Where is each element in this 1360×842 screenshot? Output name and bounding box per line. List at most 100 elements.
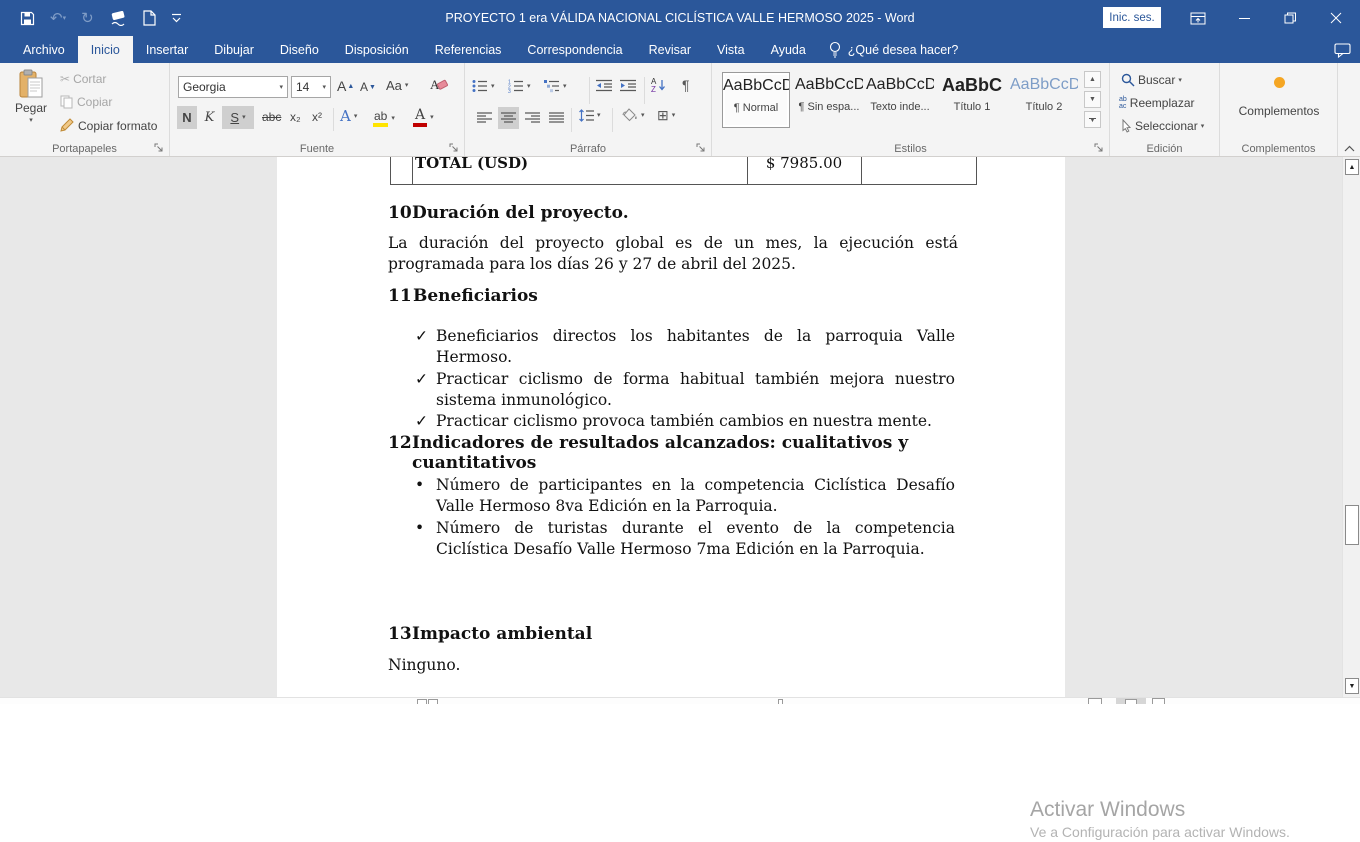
list-item[interactable]: ✓ Practicar ciclismo provoca también cam… <box>413 411 955 432</box>
justify-button[interactable] <box>546 107 567 129</box>
lightbulb-icon <box>829 41 841 58</box>
tab-ayuda[interactable]: Ayuda <box>758 36 819 63</box>
restore-button[interactable] <box>1270 0 1310 36</box>
align-right-button[interactable] <box>522 107 543 129</box>
bullet-list-button[interactable]: ▾ <box>472 79 495 93</box>
save-icon[interactable] <box>20 11 35 26</box>
font-size-combo[interactable]: 14 ▾ <box>291 76 331 98</box>
strikethrough-button[interactable]: abc <box>262 110 281 124</box>
styles-scroll-down-icon[interactable]: ▼ <box>1084 91 1101 108</box>
tab-diseno[interactable]: Diseño <box>267 36 332 63</box>
underline-button[interactable]: S▾ <box>222 106 254 129</box>
font-family-combo[interactable]: Georgia ▾ <box>178 76 288 98</box>
budget-table[interactable]: TOTAL (USD) $ 7985.00 <box>390 157 977 185</box>
document-page[interactable]: TOTAL (USD) $ 7985.00 10 Duración del pr… <box>277 157 1065 697</box>
checklist-11[interactable]: ✓ Beneficiarios directos los habitantes … <box>413 326 955 432</box>
paragraph-dialog-launcher-icon[interactable] <box>696 143 706 153</box>
sign-in-button[interactable]: Inic. ses. <box>1103 7 1161 28</box>
text-highlight-button[interactable]: ab▾ <box>373 109 395 127</box>
close-button[interactable] <box>1316 0 1356 36</box>
shading-button[interactable]: ▾ <box>621 108 645 122</box>
svg-text:Z: Z <box>651 85 656 93</box>
grow-font-button[interactable]: A▲ <box>337 78 354 94</box>
collapse-ribbon-icon[interactable] <box>1341 140 1358 156</box>
scrollbar-thumb[interactable] <box>1345 505 1359 545</box>
word-window: ↶▾ ↻ PROYECTO 1 era VÁLIDA NACIONAL CICL… <box>0 0 1360 704</box>
align-center-button[interactable] <box>498 107 519 129</box>
style-titulo-2[interactable]: AaBbCcD Título 2 <box>1010 72 1078 128</box>
show-paragraph-marks-button[interactable]: ¶ <box>682 77 690 93</box>
web-layout-view-button[interactable] <box>1152 698 1165 704</box>
clear-formatting-button[interactable]: A <box>430 76 448 93</box>
clipboard-dialog-launcher-icon[interactable] <box>154 143 164 153</box>
paragraph-13[interactable]: Ninguno. <box>388 655 958 676</box>
new-document-icon[interactable] <box>143 10 156 26</box>
print-layout-view-button[interactable] <box>1116 698 1146 704</box>
list-item[interactable]: • Número de participantes en la competen… <box>413 475 955 518</box>
bulletlist-12[interactable]: • Número de participantes en la competen… <box>413 475 955 560</box>
numbered-list-button[interactable]: 123 ▾ <box>508 79 531 93</box>
customize-qat-icon[interactable] <box>171 12 182 24</box>
tab-inicio[interactable]: Inicio <box>78 36 133 63</box>
decrease-indent-button[interactable] <box>596 79 613 92</box>
font-dialog-launcher-icon[interactable] <box>449 143 459 153</box>
align-left-button[interactable] <box>474 107 495 129</box>
styles-dialog-launcher-icon[interactable] <box>1094 143 1104 153</box>
replace-button[interactable]: abac Reemplazar <box>1119 96 1195 110</box>
paragraph-10[interactable]: La duración del proyecto global es de un… <box>388 233 958 275</box>
heading-10-number: 10 <box>388 203 412 223</box>
find-button[interactable]: Buscar ▾ <box>1121 73 1182 87</box>
borders-button[interactable]: ⊞▾ <box>657 107 675 124</box>
superscript-button[interactable]: x² <box>312 110 322 124</box>
vertical-scrollbar[interactable]: ▲ ▼ <box>1342 157 1360 697</box>
tab-vista[interactable]: Vista <box>704 36 758 63</box>
subscript-button[interactable]: x₂ <box>290 110 301 124</box>
tab-dibujar[interactable]: Dibujar <box>201 36 267 63</box>
italic-button[interactable]: K <box>201 106 218 129</box>
style-sin-espaciado[interactable]: AaBbCcD ¶ Sin espa... <box>795 72 863 128</box>
paste-button[interactable]: Pegar ▾ <box>8 69 54 124</box>
line-spacing-button[interactable]: ▾ <box>578 109 601 122</box>
font-color-button[interactable]: A▾ <box>413 107 434 127</box>
tab-revisar[interactable]: Revisar <box>636 36 704 63</box>
tab-disposicion[interactable]: Disposición <box>332 36 422 63</box>
list-item[interactable]: ✓ Practicar ciclismo de forma habitual t… <box>413 369 955 412</box>
eraser-icon[interactable] <box>109 11 128 26</box>
select-button[interactable]: Seleccionar ▾ <box>1121 119 1204 133</box>
tell-me-box[interactable]: ¿Qué desea hacer? <box>819 36 969 63</box>
list-item[interactable]: ✓ Beneficiarios directos los habitantes … <box>413 326 955 369</box>
addins-button[interactable]: Complementos <box>1220 77 1338 118</box>
ribbon-display-options-icon[interactable] <box>1178 0 1218 36</box>
change-case-button[interactable]: Aa▾ <box>386 78 408 93</box>
tab-insertar[interactable]: Insertar <box>133 36 201 63</box>
style-normal[interactable]: AaBbCcD ¶ Normal <box>722 72 790 128</box>
scroll-down-icon[interactable]: ▼ <box>1345 678 1359 694</box>
format-painter-button[interactable]: Copiar formato <box>60 118 157 133</box>
shrink-font-button[interactable]: A▼ <box>360 80 376 94</box>
copy-label: Copiar <box>77 95 112 109</box>
sort-button[interactable]: AZ <box>651 77 666 93</box>
heading-10-title: Duración del proyecto. <box>412 203 629 223</box>
heading-12[interactable]: 12 Indicadores de resultados alcanzados:… <box>388 433 958 473</box>
tab-archivo[interactable]: Archivo <box>10 36 78 63</box>
read-mode-view-button[interactable] <box>1088 698 1102 704</box>
minimize-button[interactable] <box>1224 0 1264 36</box>
style-texto-independiente[interactable]: AaBbCcD Texto inde... <box>866 72 934 128</box>
comments-icon[interactable] <box>1330 40 1354 60</box>
styles-more-icon[interactable]: ▼ <box>1084 111 1101 128</box>
text-effects-button[interactable]: A▾ <box>340 107 357 125</box>
increase-indent-button[interactable] <box>620 79 637 92</box>
styles-scroll-up-icon[interactable]: ▲ <box>1084 71 1101 88</box>
heading-13[interactable]: 13 Impacto ambiental <box>388 624 958 644</box>
heading-10[interactable]: 10 Duración del proyecto. <box>388 203 958 223</box>
tab-referencias[interactable]: Referencias <box>422 36 515 63</box>
tab-correspondencia[interactable]: Correspondencia <box>514 36 635 63</box>
list-item[interactable]: • Número de turistas durante el evento d… <box>413 518 955 561</box>
table-cell-total-value[interactable]: $ 7985.00 <box>748 154 860 181</box>
table-cell-total-label[interactable]: TOTAL (USD) <box>415 154 745 181</box>
scroll-up-icon[interactable]: ▲ <box>1345 159 1359 175</box>
heading-11[interactable]: 11 Beneficiarios <box>388 286 958 306</box>
bold-button[interactable]: N <box>177 106 197 129</box>
style-titulo-1[interactable]: AaBbC Título 1 <box>938 72 1006 128</box>
multilevel-list-button[interactable]: ▾ <box>544 79 567 93</box>
